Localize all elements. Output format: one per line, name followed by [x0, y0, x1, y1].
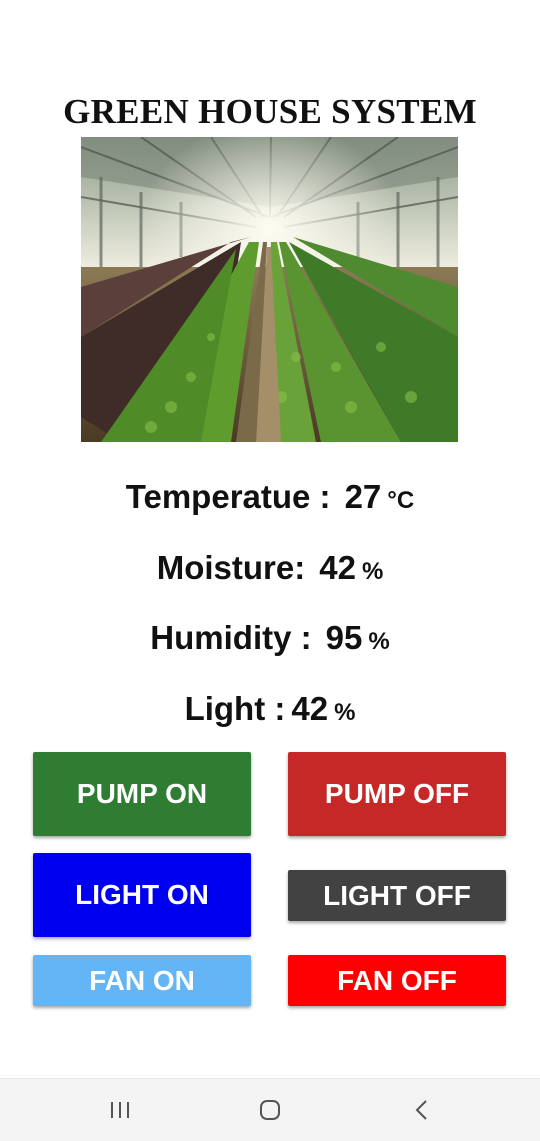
moisture-reading: Moisture: 42% [0, 549, 540, 587]
recents-icon[interactable] [108, 1099, 132, 1121]
humidity-reading: Humidity : 95% [0, 619, 540, 657]
system-navigation-bar [0, 1078, 540, 1141]
humidity-value: 95 [325, 619, 363, 656]
humidity-unit: % [368, 628, 390, 655]
temperature-label: Temperatue : [125, 478, 331, 515]
moisture-label: Moisture: [156, 549, 306, 586]
light-value: 42 [291, 690, 329, 727]
light-unit: % [334, 699, 356, 726]
light-off-button[interactable]: LIGHT OFF [288, 870, 506, 921]
moisture-value: 42 [319, 549, 356, 586]
back-icon[interactable] [410, 1099, 434, 1121]
pump-on-button[interactable]: PUMP ON [33, 752, 251, 836]
pump-off-button[interactable]: PUMP OFF [288, 752, 506, 836]
temperature-reading: Temperatue : 27 °C [0, 478, 540, 516]
fan-off-button[interactable]: FAN OFF [288, 955, 506, 1006]
light-reading: Light :42% [0, 690, 540, 728]
page-title: GREEN HOUSE SYSTEM [63, 92, 477, 131]
fan-on-button[interactable]: FAN ON [33, 955, 251, 1006]
humidity-label: Humidity : [150, 619, 312, 656]
light-label: Light : [184, 690, 286, 727]
home-icon[interactable] [258, 1099, 282, 1121]
greenhouse-photo [81, 137, 458, 442]
moisture-unit: % [361, 558, 384, 585]
temperature-value: 27 [344, 478, 382, 515]
light-on-button[interactable]: LIGHT ON [33, 853, 251, 937]
temperature-unit: °C [387, 487, 415, 514]
